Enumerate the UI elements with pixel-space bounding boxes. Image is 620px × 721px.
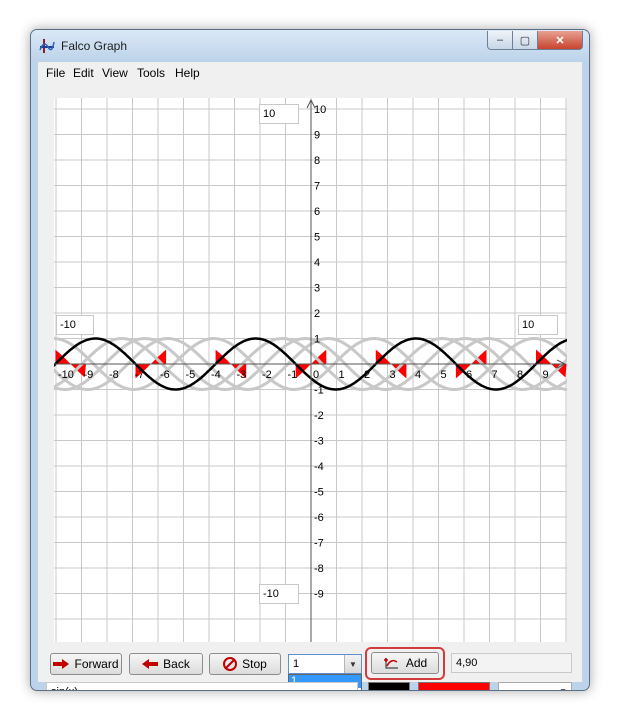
step-select[interactable]: 1 ▼	[288, 654, 362, 674]
back-arrow-icon	[142, 659, 159, 669]
x-tick-label: -10	[58, 369, 74, 381]
x-min-field[interactable]: -10	[56, 315, 94, 335]
stop-icon	[223, 657, 238, 671]
y-tick-label: 9	[314, 130, 320, 142]
y-tick-label: -2	[314, 410, 324, 422]
forward-arrow-icon	[53, 659, 70, 669]
menu-edit[interactable]: Edit	[73, 66, 94, 80]
y-tick-label: 8	[314, 155, 320, 167]
y-tick-label: -7	[314, 538, 324, 550]
x-tick-label: 7	[492, 369, 498, 381]
menu-view[interactable]: View	[102, 66, 128, 80]
y-max-field[interactable]: 10	[259, 104, 299, 124]
line-color-swatch[interactable]	[368, 682, 410, 690]
line-style-select[interactable]: ▼	[498, 682, 572, 690]
y-tick-label: 5	[314, 232, 320, 244]
y-tick-label: -1	[314, 385, 324, 397]
cursor-value-field: 4,90	[451, 653, 572, 673]
y-tick-label: 3	[314, 283, 320, 295]
client-area: File Edit View Tools Help -10 -9 -8 -7 -6 -5-…	[38, 62, 582, 690]
x-tick-label: -3	[237, 369, 247, 381]
x-tick-label: -5	[186, 369, 196, 381]
y-tick-label: 2	[314, 308, 320, 320]
x-tick-label: 4	[415, 369, 421, 381]
y-tick-label: -8	[314, 563, 324, 575]
x-tick-label: -6	[160, 369, 170, 381]
chevron-down-icon[interactable]: ▼	[344, 655, 361, 673]
menu-file[interactable]: File	[46, 66, 65, 80]
x-tick-label: -7	[135, 369, 145, 381]
x-tick-label: 6	[466, 369, 472, 381]
step-select-value: 1	[293, 658, 300, 670]
back-button[interactable]: Back	[129, 653, 203, 675]
y-tick-label: 1	[314, 334, 320, 346]
window-title: Falco Graph	[61, 39, 128, 53]
y-tick-label: -3	[314, 436, 324, 448]
menu-tools[interactable]: Tools	[137, 66, 165, 80]
app-window: Falco Graph – ▢ ✕ File Edit View Tools H…	[30, 29, 590, 691]
menu-bar: File Edit View Tools Help	[38, 62, 582, 84]
maximize-button[interactable]: ▢	[512, 31, 538, 50]
x-tick-label: 0	[313, 369, 319, 381]
stop-label: Stop	[242, 657, 267, 671]
graph-canvas[interactable]: -10 -9 -8 -7 -6 -5 -4 -3 -2 -1 0 1 2 3 4 5 6 7 8 9 10 9 8 7 6 5 4 3…	[54, 98, 567, 642]
y-tick-label: -5	[314, 487, 324, 499]
y-tick-label: -4	[314, 461, 324, 473]
x-tick-label: -1	[288, 369, 298, 381]
x-tick-label: -8	[109, 369, 119, 381]
y-tick-label: 7	[314, 181, 320, 193]
title-bar[interactable]: Falco Graph – ▢ ✕	[31, 30, 589, 62]
x-tick-label: -9	[84, 369, 94, 381]
y-tick-label: -6	[314, 512, 324, 524]
close-button[interactable]: ✕	[537, 31, 583, 50]
x-tick-label: 5	[441, 369, 447, 381]
x-tick-label: -4	[211, 369, 221, 381]
add-button-highlight	[365, 647, 445, 680]
back-label: Back	[163, 657, 190, 671]
chevron-down-icon: ▼	[559, 687, 567, 690]
x-max-field[interactable]: 10	[518, 315, 558, 335]
y-tick-label: -9	[314, 589, 324, 601]
menu-help[interactable]: Help	[175, 66, 200, 80]
y-min-field[interactable]: -10	[259, 584, 299, 604]
graph-plot: -10 -9 -8 -7 -6 -5 -4 -3 -2 -1 0 1 2 3 4 5 6 7 8 9109876543…	[54, 98, 567, 642]
y-tick-label: 6	[314, 206, 320, 218]
function-input[interactable]: sin(x)	[46, 682, 358, 690]
forward-button[interactable]: Forward	[50, 653, 122, 675]
app-icon	[39, 39, 55, 53]
forward-label: Forward	[74, 657, 119, 671]
x-tick-label: 8	[517, 369, 523, 381]
x-tick-label: 2	[364, 369, 370, 381]
y-tick-label: 4	[314, 257, 320, 269]
x-tick-label: 9	[543, 369, 549, 381]
y-tick-label: 10	[314, 104, 326, 116]
x-tick-label: 1	[339, 369, 345, 381]
x-tick-label: -2	[262, 369, 272, 381]
fill-color-swatch[interactable]	[418, 682, 490, 690]
x-tick-label: 3	[390, 369, 396, 381]
stop-button[interactable]: Stop	[209, 653, 281, 675]
minimize-button[interactable]: –	[487, 31, 513, 50]
